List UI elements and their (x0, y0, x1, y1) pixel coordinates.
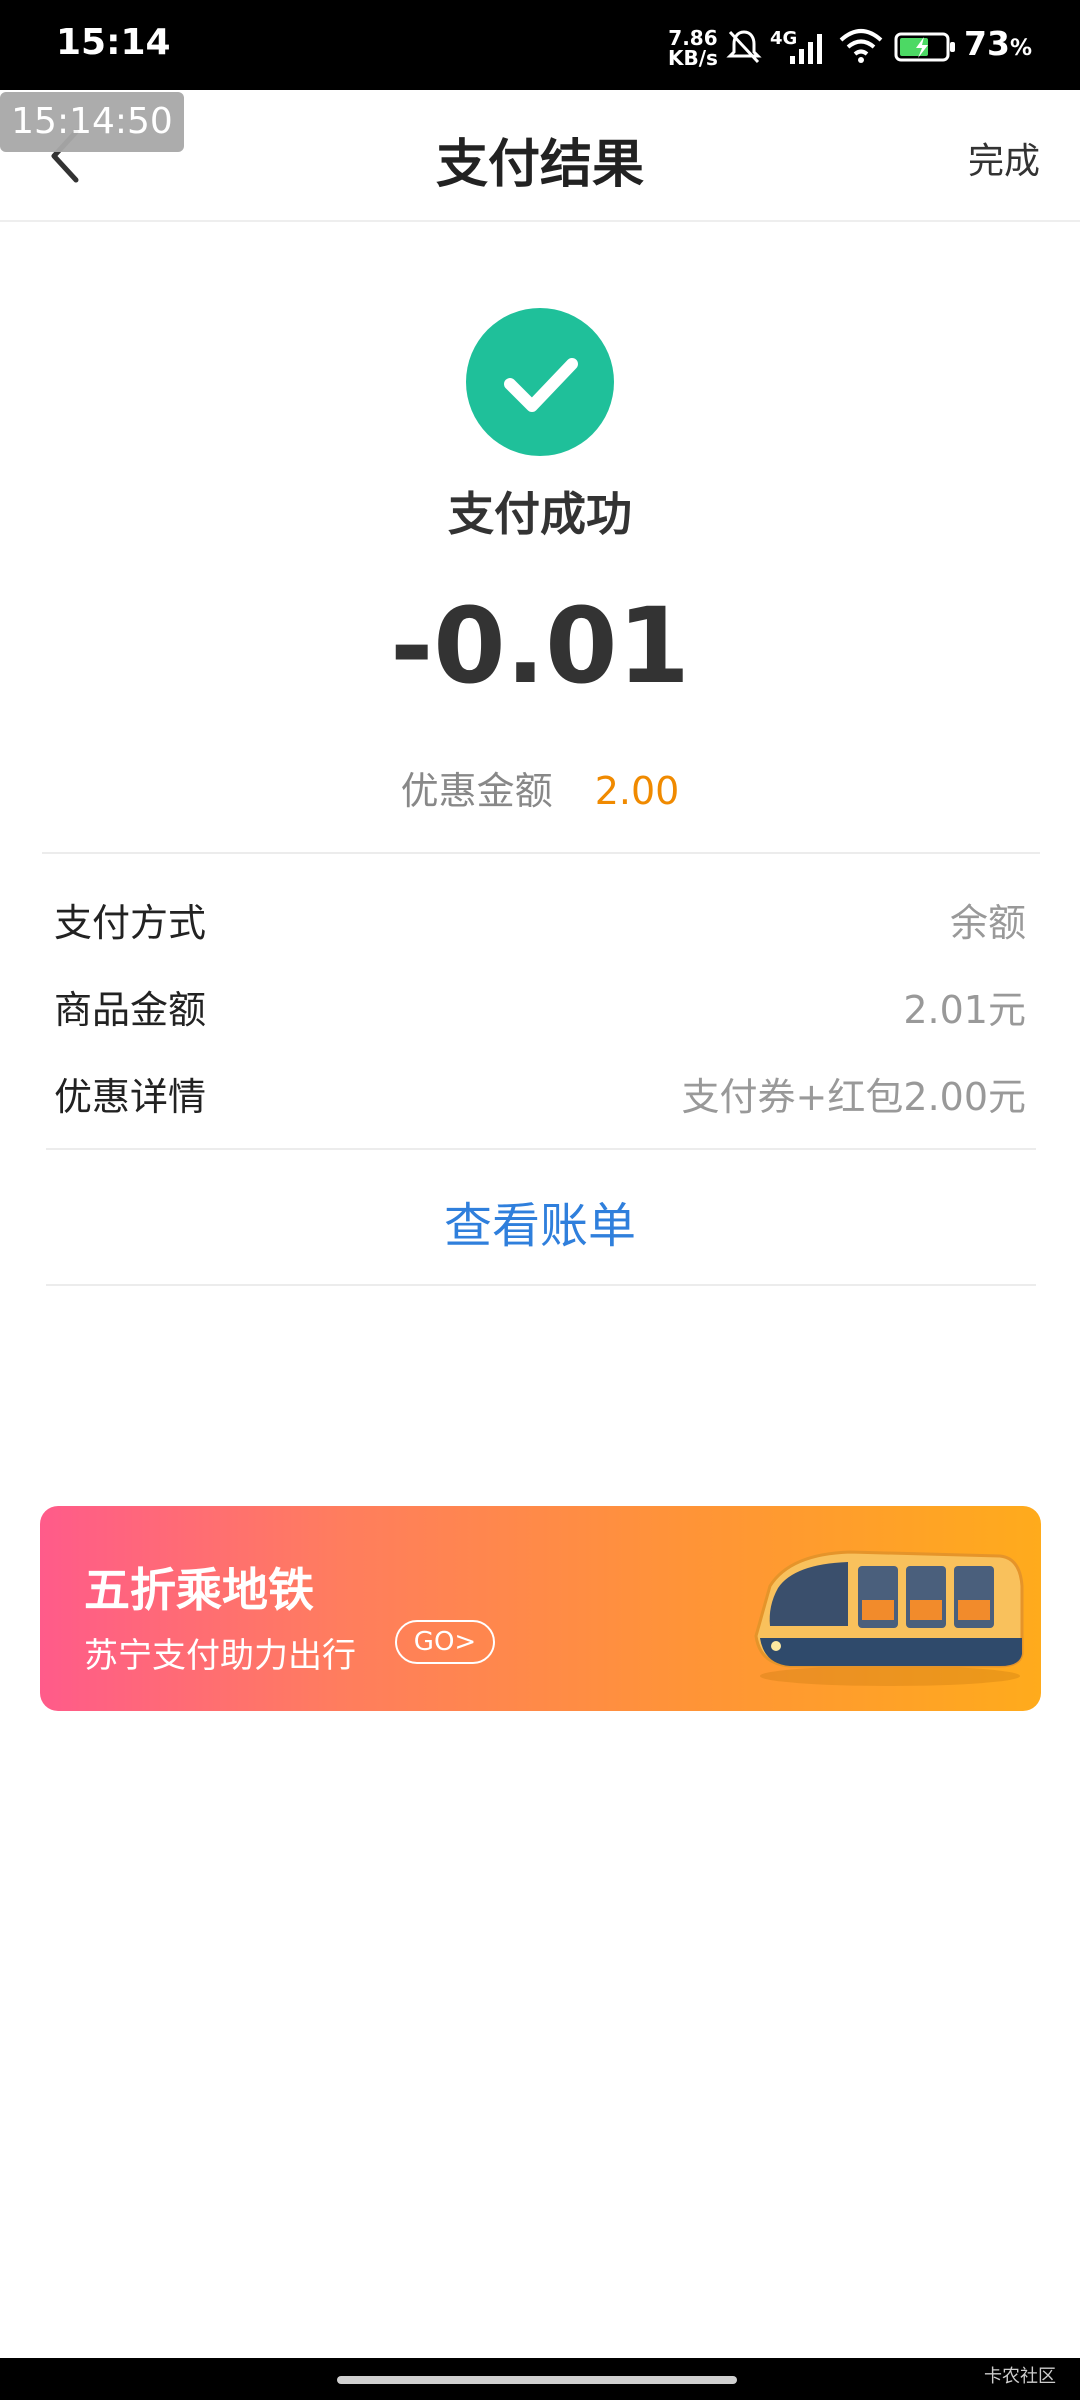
home-gesture-handle[interactable] (337, 2376, 737, 2384)
network-speed-value: 7.86 (668, 26, 718, 50)
battery-percent-suffix: % (1009, 36, 1032, 61)
discount-label: 优惠金额 (400, 769, 553, 813)
divider (46, 1148, 1036, 1150)
banner-subtitle: 苏宁支付助力出行 (84, 1636, 356, 1676)
timestamp-overlay: 15:14:50 (0, 92, 184, 152)
banner-go-button[interactable]: GO> (395, 1620, 495, 1664)
detail-value: 支付券+红包2.00元 (681, 1075, 1026, 1119)
checkmark-circle-icon (466, 308, 614, 456)
subway-train-icon (754, 1550, 1024, 1686)
signal-icon (790, 34, 822, 64)
divider (42, 852, 1040, 854)
detail-row-discount-details: 优惠详情 支付券+红包2.00元 (54, 1066, 1026, 1126)
discount-value: 2.00 (594, 769, 680, 813)
watermark: 卡农社区 (984, 2366, 1056, 2387)
battery-icon (894, 32, 955, 62)
detail-label: 支付方式 (54, 901, 207, 945)
battery-percent: 73% (964, 24, 1032, 63)
network-speed: 7.86 KB/s (668, 28, 718, 68)
detail-row-payment-method: 支付方式 余额 (54, 892, 1026, 952)
banner-title: 五折乘地铁 (84, 1563, 314, 1617)
view-bill-link[interactable]: 查看账单 (0, 1186, 1080, 1256)
detail-value: 2.01元 (903, 988, 1026, 1032)
detail-label: 商品金额 (54, 988, 207, 1032)
battery-percent-value: 73 (964, 24, 1010, 63)
network-speed-unit: KB/s (668, 46, 718, 70)
navigation-bar: 卡农社区 (0, 2358, 1080, 2400)
detail-value: 余额 (949, 901, 1026, 945)
done-button[interactable]: 完成 (968, 132, 1040, 184)
divider (46, 1284, 1036, 1286)
detail-row-product-amount: 商品金额 2.01元 (54, 979, 1026, 1039)
status-time: 15:14 (56, 22, 171, 63)
discount-row: 优惠金额 2.00 (0, 760, 1080, 815)
promo-banner[interactable]: 五折乘地铁 苏宁支付助力出行 GO> (40, 1506, 1041, 1711)
mute-bell-icon (726, 30, 762, 64)
payment-status-text: 支付成功 (448, 487, 632, 541)
status-bar: 15:14 7.86 KB/s 4G 73% (0, 0, 1080, 90)
payment-amount: -0.01 (390, 585, 690, 707)
wifi-icon (839, 29, 883, 63)
detail-label: 优惠详情 (54, 1075, 207, 1119)
